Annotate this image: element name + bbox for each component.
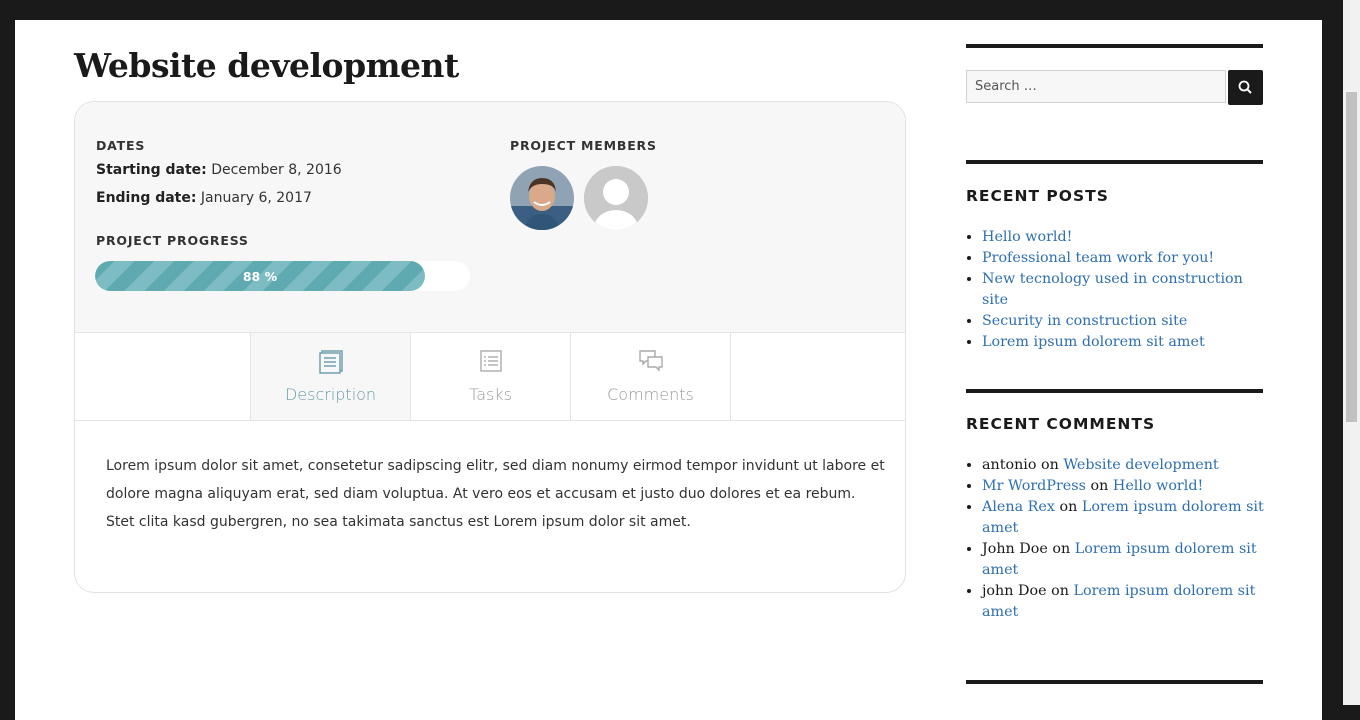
- page-title: Website development: [74, 46, 459, 85]
- comment-connector: on: [1059, 499, 1078, 515]
- tab-tasks[interactable]: Tasks: [410, 333, 570, 420]
- list-item: Security in construction site: [982, 311, 1272, 332]
- avatar-photo-icon: [510, 166, 574, 230]
- comment-connector: on: [1052, 541, 1071, 557]
- recent-posts-rule: [966, 160, 1263, 164]
- comments-icon: [639, 350, 663, 372]
- search-button[interactable]: [1228, 70, 1263, 105]
- progress-fill: 88 %: [95, 261, 425, 291]
- recent-post-link[interactable]: Hello world!: [982, 229, 1072, 245]
- ending-date-value: January 6, 2017: [200, 190, 312, 206]
- document-icon: [319, 350, 343, 374]
- progress-text: 88 %: [242, 268, 278, 284]
- starting-date-label: Starting date:: [96, 162, 207, 178]
- scrollbar-thumb[interactable]: [1346, 92, 1357, 422]
- recent-post-link[interactable]: New tecnology used in construction site: [982, 271, 1243, 308]
- members-label: PROJECT MEMBERS: [510, 138, 657, 153]
- recent-comments-rule: [966, 389, 1263, 393]
- comment-post-link[interactable]: Website development: [1063, 457, 1218, 473]
- comment-author[interactable]: Mr WordPress: [982, 478, 1086, 494]
- search-icon: [1238, 80, 1252, 94]
- comment-author[interactable]: Alena Rex: [982, 499, 1055, 515]
- comment-connector: on: [1041, 457, 1059, 473]
- recent-comments-title: RECENT COMMENTS: [966, 415, 1156, 433]
- recent-posts-title: RECENT POSTS: [966, 187, 1109, 205]
- list-item: Professional team work for you!: [982, 248, 1272, 269]
- starting-date: Starting date: December 8, 2016: [96, 162, 342, 178]
- ending-date-label: Ending date:: [96, 190, 197, 206]
- user-placeholder-icon: [584, 166, 648, 230]
- list-item: john Doe on Lorem ipsum dolorem sit amet: [982, 581, 1272, 623]
- dates-label: DATES: [96, 138, 146, 153]
- progress-bar: 88 %: [95, 261, 470, 291]
- project-tabs: Description Tasks Comments: [75, 333, 905, 421]
- comment-connector: on: [1051, 583, 1069, 599]
- recent-post-link[interactable]: Lorem ipsum dolorem sit amet: [982, 334, 1205, 350]
- recent-post-link[interactable]: Security in construction site: [982, 313, 1187, 329]
- next-widget-rule: [966, 680, 1263, 684]
- member-avatar-photo[interactable]: [510, 166, 574, 230]
- project-card: DATES Starting date: December 8, 2016 En…: [74, 101, 906, 593]
- comment-author: john Doe: [982, 583, 1047, 599]
- list-item: antonio on Website development: [982, 455, 1272, 476]
- list-item: John Doe on Lorem ipsum dolorem sit amet: [982, 539, 1272, 581]
- ending-date: Ending date: January 6, 2017: [96, 190, 312, 206]
- starting-date-value: December 8, 2016: [211, 162, 342, 178]
- comment-post-link[interactable]: Hello world!: [1113, 478, 1203, 494]
- recent-post-link[interactable]: Professional team work for you!: [982, 250, 1214, 266]
- progress-label: PROJECT PROGRESS: [96, 233, 249, 248]
- list-item: Lorem ipsum dolorem sit amet: [982, 332, 1272, 353]
- project-info-panel: DATES Starting date: December 8, 2016 En…: [75, 102, 905, 333]
- list-item: Alena Rex on Lorem ipsum dolorem sit ame…: [982, 497, 1272, 539]
- comment-author: John Doe: [982, 541, 1048, 557]
- search-input[interactable]: [966, 70, 1226, 103]
- member-avatar-placeholder[interactable]: [584, 166, 648, 230]
- list-item: New tecnology used in construction site: [982, 269, 1272, 311]
- tab-description-label: Description: [284, 385, 377, 404]
- tab-tasks-label: Tasks: [469, 385, 512, 404]
- list-item: Hello world!: [982, 227, 1272, 248]
- tab-comments[interactable]: Comments: [570, 333, 731, 420]
- tab-description[interactable]: Description: [250, 333, 410, 420]
- tab-comments-label: Comments: [607, 385, 694, 404]
- comment-connector: on: [1090, 478, 1109, 494]
- comment-author: antonio: [982, 457, 1037, 473]
- search-widget-rule: [966, 44, 1263, 48]
- recent-posts-list: Hello world! Professional team work for y…: [966, 227, 1272, 353]
- list-item: Mr WordPress on Hello world!: [982, 476, 1272, 497]
- recent-comments-list: antonio on Website developmentMr WordPre…: [966, 455, 1272, 623]
- list-icon: [480, 350, 502, 372]
- project-description: Lorem ipsum dolor sit amet, consetetur s…: [106, 458, 885, 530]
